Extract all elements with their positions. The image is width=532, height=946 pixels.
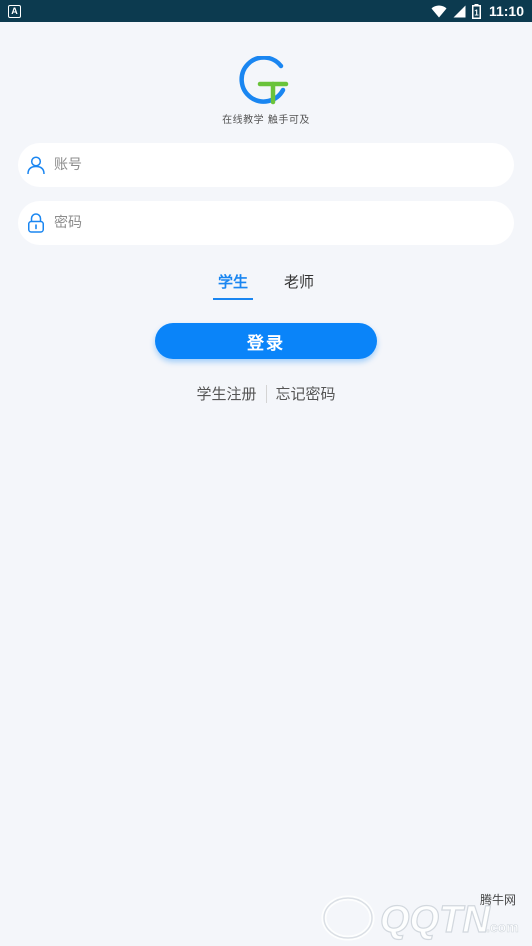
battery-icon: 1 (471, 3, 481, 19)
forgot-password-link[interactable]: 忘记密码 (276, 383, 336, 404)
tab-student[interactable]: 学生 (213, 271, 253, 300)
login-button[interactable]: 登录 (155, 323, 377, 359)
app-notification-icon: A (8, 4, 21, 18)
password-field[interactable] (18, 201, 514, 245)
password-input[interactable] (54, 203, 494, 243)
site-watermark: QQTN .com 腾牛网 (314, 888, 524, 942)
account-field[interactable] (18, 143, 514, 187)
auth-links: 学生注册 忘记密码 (0, 383, 532, 404)
battery-level: 1 (474, 8, 479, 17)
logo-tagline: 在线教学 触手可及 (222, 115, 310, 126)
watermark-cn: 腾牛网 (480, 892, 516, 907)
watermark-text: QQTN (380, 899, 491, 941)
status-bar: A 1 11:10 (0, 0, 532, 22)
wifi-icon (431, 5, 447, 17)
app-logo: 在线教学 触手可及 (0, 56, 532, 126)
watermark-logo-icon: QQTN .com 腾牛网 (321, 892, 519, 942)
link-divider (265, 384, 267, 403)
cell-signal-icon (453, 5, 466, 17)
role-tabs: 学生 老师 (0, 271, 532, 300)
user-icon (26, 155, 46, 175)
student-register-link[interactable]: 学生注册 (196, 383, 256, 404)
lock-icon (26, 213, 46, 233)
tab-teacher[interactable]: 老师 (279, 271, 319, 300)
logo-gt-icon (239, 56, 289, 105)
clock: 11:10 (488, 3, 524, 19)
watermark-suffix: .com (486, 919, 519, 935)
account-input[interactable] (54, 145, 494, 185)
